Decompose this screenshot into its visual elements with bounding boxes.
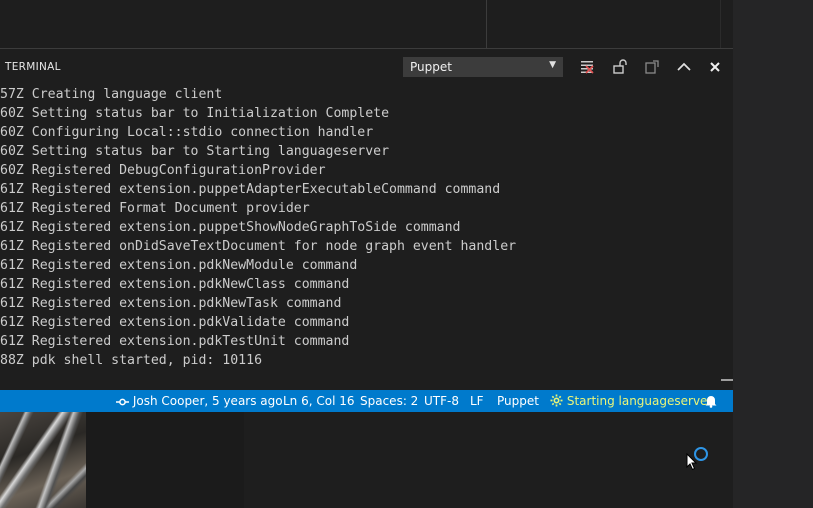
terminal-panel: TERMINAL Puppet ▼ 57Z Creating language … [0,48,733,391]
editor-split-divider[interactable] [486,0,487,48]
chevron-down-icon: ▼ [549,60,556,70]
maximize-icon[interactable] [675,58,693,76]
terminal-line: 61Z Registered extension.pdkNewTask comm… [0,296,342,311]
terminal-line: 57Z Creating language client [0,87,223,102]
tab-terminal[interactable]: TERMINAL [5,61,61,73]
terminal-line: 60Z Registered DebugConfigurationProvide… [0,163,326,178]
clear-icon[interactable] [578,58,596,76]
terminal-line: 60Z Setting status bar to Starting langu… [0,144,390,159]
terminal-line: 60Z Setting status bar to Initialization… [0,106,390,121]
language-mode[interactable]: Puppet [497,394,539,408]
background-window [86,412,244,508]
terminal-line: 61Z Registered extension.pdkNewModule co… [0,258,358,273]
terminal-line: 88Z pdk shell started, pid: 10116 [0,353,263,368]
terminal-line: 61Z Registered extension.pdkNewClass com… [0,277,350,292]
side-gutter [733,0,813,508]
panel-header: TERMINAL Puppet ▼ [0,49,733,85]
scrollbar-thumb[interactable] [721,379,733,381]
indentation-setting[interactable]: Spaces: 2 [360,394,418,408]
desktop-wallpaper-image [0,412,86,508]
terminal-output[interactable]: 57Z Creating language client 60Z Setting… [0,85,720,385]
language-server-status[interactable]: Starting languageserver [550,394,712,408]
close-icon[interactable] [706,58,724,76]
terminal-line: 61Z Registered extension.pdkValidate com… [0,315,350,330]
cursor-position[interactable]: Ln 6, Col 16 [283,394,355,408]
terminal-scrollbar[interactable] [720,85,733,391]
notifications-bell[interactable] [704,394,718,408]
git-commit-icon [116,398,129,406]
editor-minimap-divider [720,0,721,48]
editor-area [0,0,733,48]
terminal-line: 61Z Registered extension.pdkTestUnit com… [0,334,350,349]
terminal-selector-value: Puppet [410,60,452,74]
terminal-line: 61Z Registered extension.puppetShowNodeG… [0,220,461,235]
status-bar: Josh Cooper, 5 years ago Ln 6, Col 16 Sp… [0,390,733,412]
terminal-selector-dropdown[interactable]: Puppet ▼ [403,57,563,77]
terminal-line: 60Z Configuring Local::stdio connection … [0,125,374,140]
encoding-setting[interactable]: UTF-8 [424,394,459,408]
terminal-line: 61Z Registered onDidSaveTextDocument for… [0,239,517,254]
lock-icon[interactable] [611,58,629,76]
mouse-cursor-icon [686,452,698,475]
bell-icon [705,396,717,408]
gear-icon [550,394,563,407]
git-blame-text: Josh Cooper, 5 years ago [132,394,283,408]
new-terminal-icon[interactable] [643,58,661,76]
line-ending-setting[interactable]: LF [470,394,484,408]
terminal-line: 61Z Registered Format Document provider [0,201,310,216]
git-blame-item[interactable]: Josh Cooper, 5 years ago [116,394,283,408]
language-server-status-text: Starting languageserver [566,394,713,408]
terminal-line: 61Z Registered extension.puppetAdapterEx… [0,182,501,197]
